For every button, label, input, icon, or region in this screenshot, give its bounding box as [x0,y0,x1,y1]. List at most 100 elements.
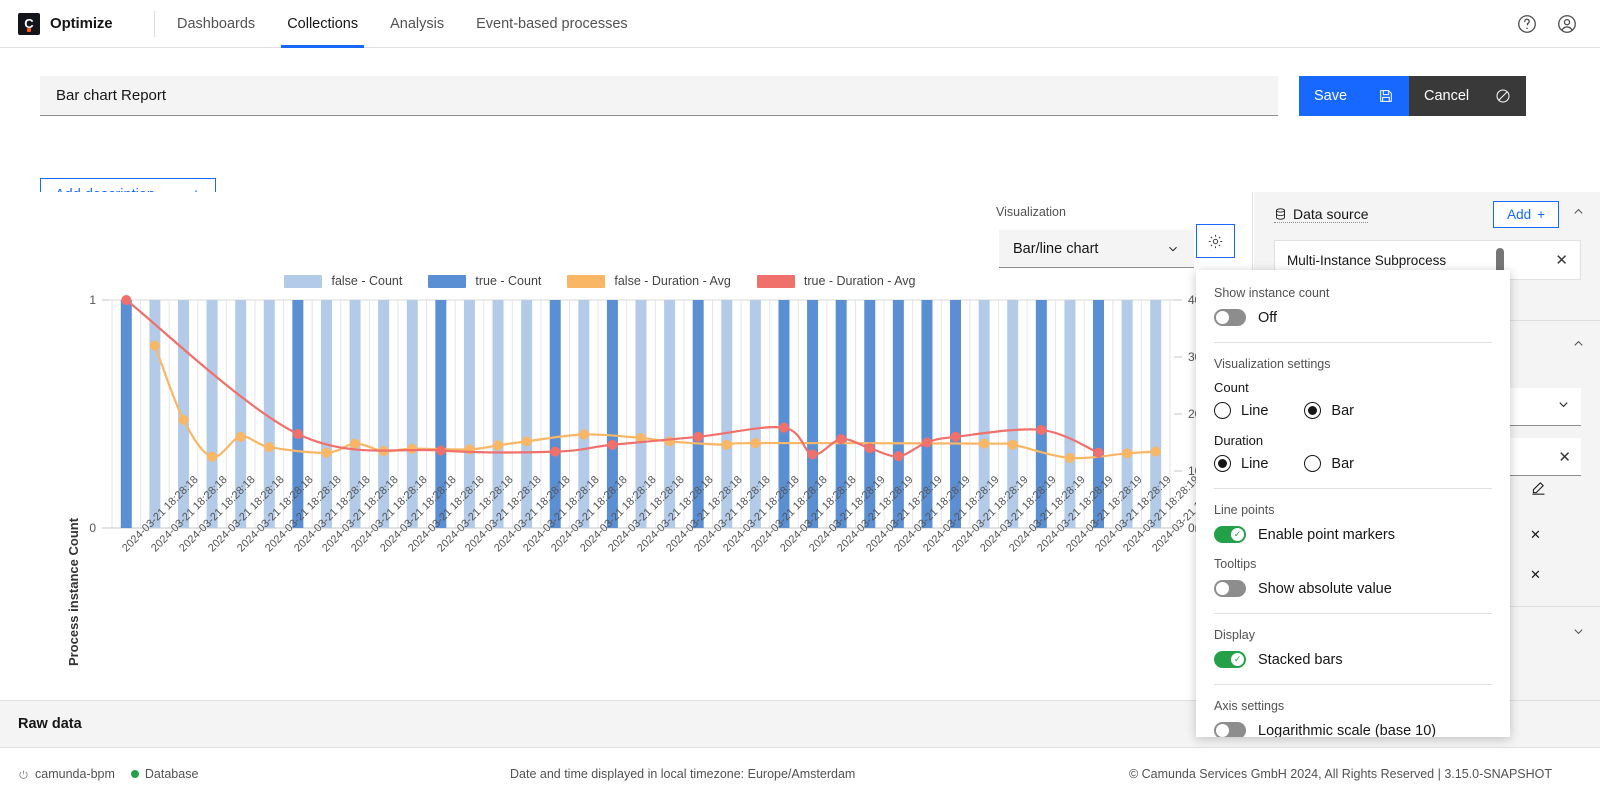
stacked-bars-label: Stacked bars [1258,652,1343,668]
show-instance-count-state: Off [1258,310,1277,326]
svg-text:0: 0 [89,521,96,535]
timezone-note: Date and time displayed in local timezon… [510,767,855,781]
show-absolute-value-switch[interactable] [1214,580,1246,597]
report-edit-bar: Save Cancel Add description + Displaying… [0,48,1600,192]
engine-name: camunda-bpm [35,767,115,781]
nav-items: Dashboards Collections Analysis Event-ba… [161,0,644,48]
camunda-logo-icon: C [18,13,40,35]
cancel-circle-icon [1495,88,1511,104]
report-title-input[interactable] [40,76,1278,116]
logarithmic-scale-label: Logarithmic scale (base 10) [1258,723,1436,738]
collapse-data-source-button[interactable] [1571,204,1586,224]
settings-divider-1 [1214,342,1492,343]
chevron-down-icon [1166,242,1180,256]
data-source-header: Data source Add + [1254,192,1600,236]
data-source-title: Data source [1274,206,1368,223]
stacked-bars-switch[interactable] [1214,651,1246,668]
raw-data-title: Raw data [18,716,82,732]
settings-divider-2 [1214,488,1492,489]
nav-item-dashboards[interactable]: Dashboards [161,0,271,48]
count-radio-group: Line Bar [1214,402,1492,419]
chart-plot-area[interactable]: Process instance Count 010m10m20m30m40m … [0,292,1253,700]
legend-item-true-duration-avg[interactable]: true - Duration - Avg [757,274,916,288]
collapse-section-2-button[interactable] [1571,336,1586,356]
x-axis-tick-labels: 2024-03-21 18:28:182024-03-21 18:28:1820… [0,540,1253,680]
chevron-up-icon [1571,336,1586,351]
chevron-down-icon[interactable] [1556,397,1571,416]
count-label: Count [1214,380,1492,395]
engine-status: camunda-bpm [18,767,115,781]
power-icon [18,769,29,780]
legend-label: false - Count [331,274,402,288]
legend-item-true-count[interactable]: true - Count [428,274,541,288]
save-button-label: Save [1314,88,1347,104]
database-icon [1274,207,1287,221]
duration-bar-radio[interactable]: Bar [1304,455,1354,472]
user-avatar-icon[interactable] [1556,13,1578,35]
axis-settings-group-label: Axis settings [1214,699,1492,713]
save-disk-icon [1378,88,1394,104]
status-dot-icon [131,770,139,778]
duration-line-radio[interactable]: Line [1214,455,1268,472]
database-label: Database [145,767,199,781]
chart-legend: false - Count true - Count false - Durat… [0,274,1200,288]
settings-divider-4 [1214,684,1492,685]
nav-item-event-based-processes[interactable]: Event-based processes [460,0,644,48]
nav-item-analysis[interactable]: Analysis [374,0,460,48]
legend-swatch [567,275,605,288]
legend-swatch [757,275,795,288]
enable-point-markers-switch[interactable] [1214,526,1246,543]
chart-settings-button[interactable] [1196,224,1235,258]
legend-swatch [428,275,466,288]
close-icon[interactable]: ✕ [1555,251,1568,269]
remove-row-4-button[interactable]: ✕ [1522,560,1549,590]
visualization-selected-value: Bar/line chart [1013,241,1098,257]
show-absolute-value-toggle[interactable]: Show absolute value [1214,580,1492,597]
show-instance-count-switch[interactable] [1214,309,1246,326]
legend-label: true - Count [475,274,541,288]
nav-divider [154,11,155,37]
line-points-group-label: Line points [1214,503,1492,517]
help-circle-icon[interactable] [1516,13,1538,35]
add-data-source-button[interactable]: Add + [1493,201,1559,228]
logarithmic-scale-switch[interactable] [1214,722,1246,737]
logarithmic-scale-toggle[interactable]: Logarithmic scale (base 10) [1214,722,1492,737]
brand[interactable]: C Optimize [0,13,140,35]
chart-panel: Visualization Bar/line chart false - Cou… [0,192,1253,700]
show-instance-count-toggle[interactable]: Off [1214,309,1492,326]
stacked-bars-toggle[interactable]: Stacked bars [1214,651,1492,668]
count-line-radio[interactable]: Line [1214,402,1268,419]
close-icon[interactable]: ✕ [1558,448,1571,466]
remove-row-3-button[interactable]: ✕ [1522,520,1549,550]
page-footer: camunda-bpm Database Date and time displ… [0,748,1600,800]
count-bar-label: Bar [1331,403,1354,419]
gear-icon [1207,233,1224,250]
duration-line-label: Line [1241,456,1268,472]
legend-label: false - Duration - Avg [614,274,731,288]
enable-point-markers-label: Enable point markers [1258,527,1395,543]
visualization-label: Visualization [996,205,1066,219]
radio-circle-icon [1214,455,1231,472]
visualization-select[interactable]: Bar/line chart [999,230,1194,268]
data-source-title-text: Data source [1293,206,1368,222]
expand-section-3-button[interactable] [1571,624,1586,644]
nav-item-collections[interactable]: Collections [271,0,374,48]
save-button[interactable]: Save [1299,76,1409,116]
tooltips-group-label: Tooltips [1214,557,1492,571]
chart-settings-popover: Show instance count Off Visualization se… [1196,270,1510,737]
edit-pencil-icon[interactable] [1522,472,1556,502]
enable-point-markers-toggle[interactable]: Enable point markers [1214,526,1492,543]
duration-label: Duration [1214,433,1492,448]
chevron-down-icon [1571,624,1586,639]
nav-right-actions [1516,13,1600,35]
legend-item-false-duration-avg[interactable]: false - Duration - Avg [567,274,731,288]
brand-name: Optimize [50,15,113,32]
database-status: Database [131,767,199,781]
count-bar-radio[interactable]: Bar [1304,402,1354,419]
duration-bar-label: Bar [1331,456,1354,472]
top-navigation: C Optimize Dashboards Collections Analys… [0,0,1600,48]
cancel-button[interactable]: Cancel [1409,76,1526,116]
count-line-label: Line [1241,403,1268,419]
instance-count-group-label: Show instance count [1214,286,1492,300]
legend-item-false-count[interactable]: false - Count [284,274,402,288]
